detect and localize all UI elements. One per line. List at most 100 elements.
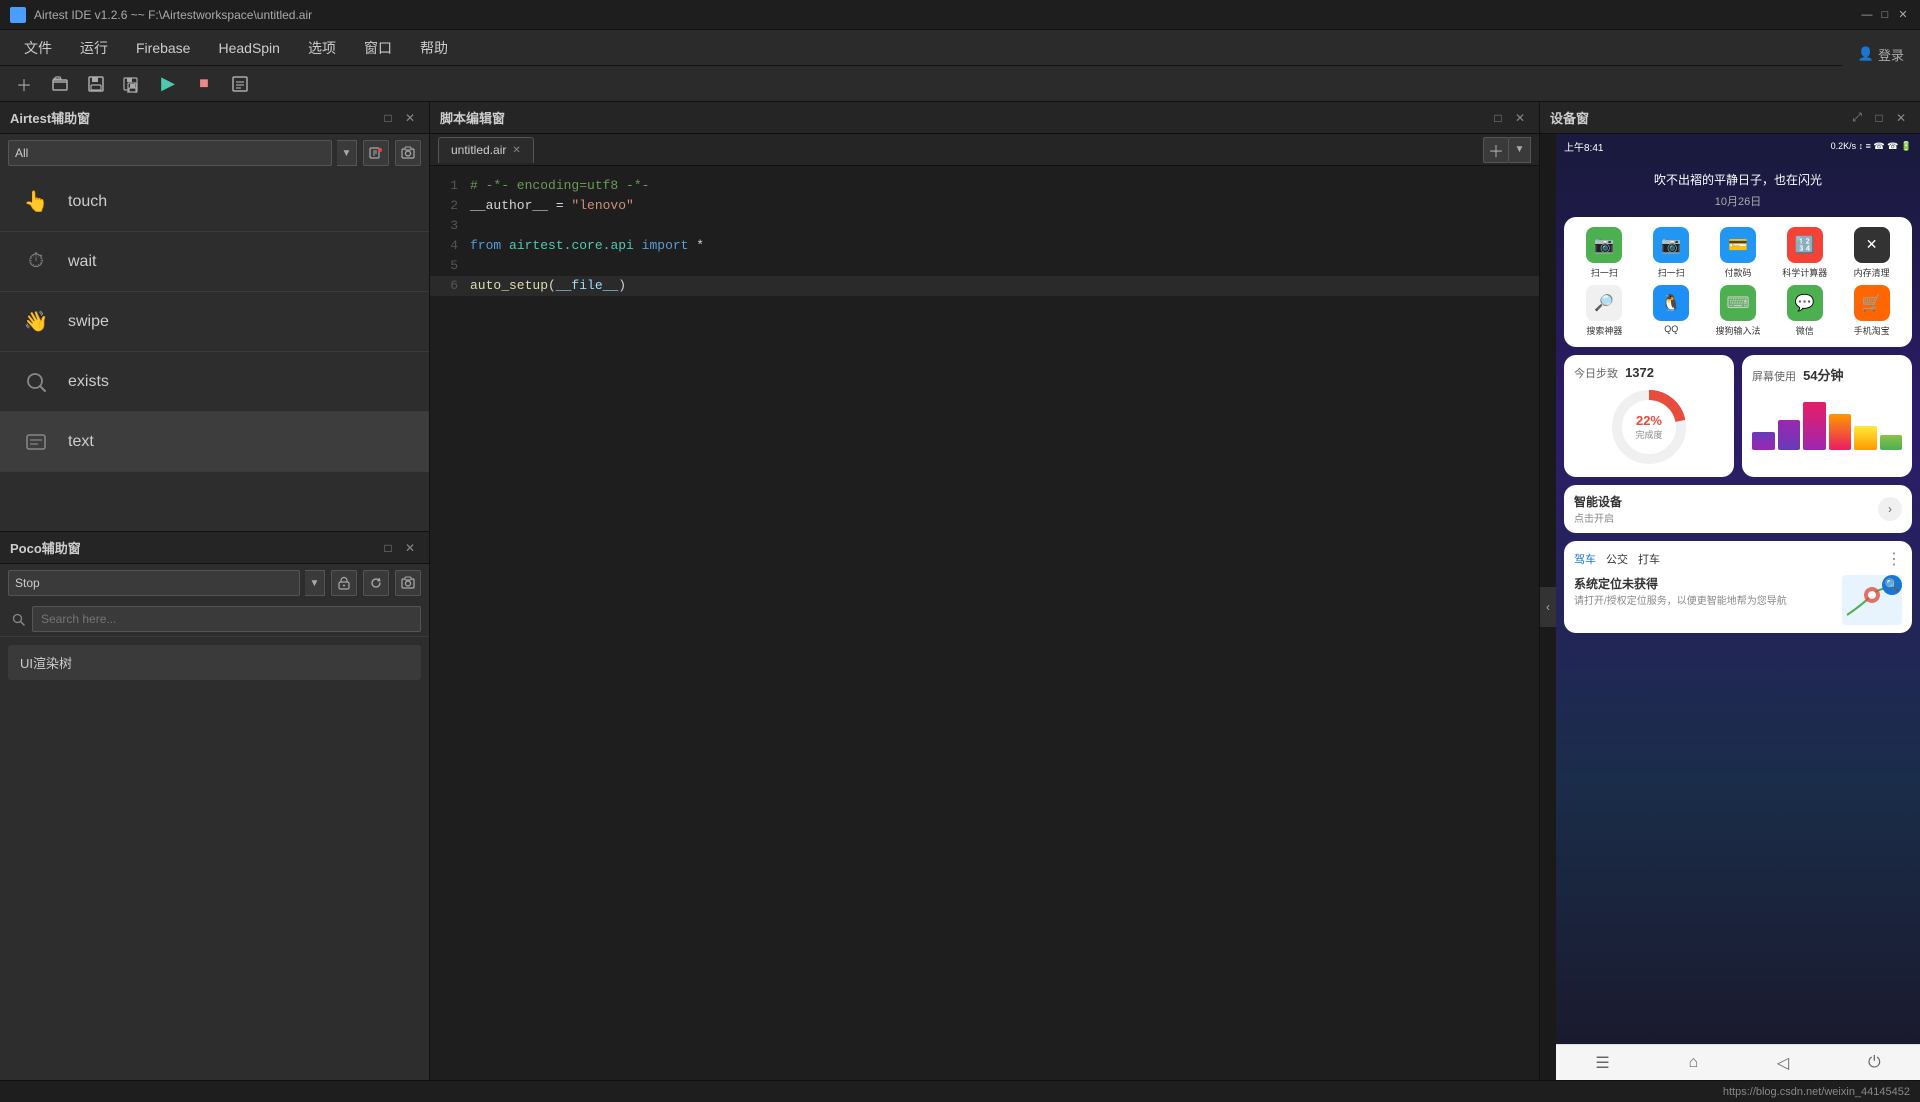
api-label-wait: wait <box>68 253 96 271</box>
app-item-pay[interactable]: 💳 付款码 <box>1708 227 1769 279</box>
airtest-record-btn[interactable] <box>363 140 389 166</box>
menu-headspin[interactable]: HeadSpin <box>204 34 294 62</box>
airtest-filter-arrow[interactable]: ▼ <box>337 140 357 166</box>
new-button[interactable]: ＋ <box>10 70 38 98</box>
menu-firebase[interactable]: Firebase <box>122 34 204 62</box>
poco-camera-btn[interactable] <box>395 570 421 596</box>
window-controls: — □ ✕ <box>1860 8 1910 22</box>
phone-scroll-content[interactable]: 吹不出褶的平静日子，也在闪光 10月26日 📷 扫一扫 📷 扫一扫 <box>1556 158 1920 1044</box>
title-bar: Airtest IDE v1.2.6 ~~ F:\Airtestworkspac… <box>0 0 1920 30</box>
nav-menu-icon[interactable]: ☰ <box>1595 1053 1609 1073</box>
editor-maximize-button[interactable]: □ <box>1489 109 1507 127</box>
airtest-filter-select[interactable]: All touch wait swipe exists text <box>8 140 332 166</box>
map-tab-drive[interactable]: 驾车 <box>1574 551 1596 567</box>
tab-add-button[interactable]: ＋ <box>1483 137 1509 163</box>
tab-close-icon[interactable]: ✕ <box>512 145 520 156</box>
app-item-search[interactable]: 🔎 搜索神器 <box>1574 285 1635 337</box>
map-tab-bus[interactable]: 公交 <box>1606 551 1628 567</box>
search-map-btn[interactable]: 🔍 <box>1882 575 1902 595</box>
main-content: Airtest辅助窗 □ ✕ All touch wait swipe exis… <box>0 102 1920 1080</box>
minimize-button[interactable]: — <box>1860 8 1874 22</box>
editor-panel: 脚本编辑窗 □ ✕ untitled.air ✕ ＋ ▼ 1 # -*- enc… <box>430 102 1540 1080</box>
code-editor[interactable]: 1 # -*- encoding=utf8 -*- 2 __author__ =… <box>430 166 1539 1080</box>
phone-status-icons: 0.2K/s ↕ ≡ ☎ ☎ 🔋 <box>1831 141 1912 152</box>
app-item-clean[interactable]: ✕ 内存清理 <box>1841 227 1902 279</box>
api-list: 👆 touch ⏱ wait 👋 swipe <box>0 172 429 472</box>
nav-power-icon[interactable]: ⏻ <box>1868 1054 1881 1072</box>
app-item-sougou[interactable]: ⌨ 搜狗输入法 <box>1708 285 1769 337</box>
api-item-exists[interactable]: exists <box>0 352 429 412</box>
menu-window[interactable]: 窗口 <box>350 32 406 64</box>
api-item-wait[interactable]: ⏱ wait <box>0 232 429 292</box>
swipe-icon: 👋 <box>20 306 52 338</box>
menu-help[interactable]: 帮助 <box>406 32 462 64</box>
ui-tree-item[interactable]: UI渲染树 <box>8 645 421 680</box>
sougou-label: 搜狗输入法 <box>1715 324 1760 337</box>
phone-bottom-nav: ☰ ⌂ ◁ ⏻ <box>1556 1044 1920 1080</box>
app-item-qq[interactable]: 🐧 QQ <box>1641 285 1702 337</box>
qq-label: QQ <box>1664 324 1678 334</box>
stop-button[interactable]: ■ <box>190 70 218 98</box>
airtest-maximize-button[interactable]: □ <box>379 109 397 127</box>
line-number-3: 3 <box>430 216 470 236</box>
smart-device-card[interactable]: 智能设备 点击开启 › <box>1564 485 1912 533</box>
airtest-screenshot-btn[interactable] <box>395 140 421 166</box>
app-item-wechat[interactable]: 💬 微信 <box>1774 285 1835 337</box>
nav-home-icon[interactable]: ⌂ <box>1688 1054 1698 1072</box>
poco-close-button[interactable]: ✕ <box>401 539 419 557</box>
poco-mode-arrow[interactable]: ▼ <box>305 570 325 596</box>
map-tab-taxi[interactable]: 打车 <box>1638 551 1660 567</box>
report-button[interactable] <box>226 70 254 98</box>
api-label-touch: touch <box>68 193 107 211</box>
app-item-calc[interactable]: 🔢 科学计算器 <box>1774 227 1835 279</box>
device-scroll-left[interactable]: ‹ <box>1540 587 1556 627</box>
nav-back-icon[interactable]: ◁ <box>1777 1053 1789 1073</box>
open-button[interactable] <box>46 70 74 98</box>
tab-label: untitled.air <box>451 143 506 157</box>
map-tab-group: 驾车 公交 打车 <box>1574 551 1660 567</box>
toolbar: ＋ ▶ ■ <box>0 66 1920 102</box>
poco-search-input[interactable] <box>32 606 421 632</box>
device-close-button[interactable]: ✕ <box>1892 109 1910 127</box>
poco-mode-select[interactable]: Stop Running <box>8 570 300 596</box>
menu-bar: 文件 运行 Firebase HeadSpin 选项 窗口 帮助 👤 登录 <box>0 30 1920 66</box>
device-maximize-button[interactable]: □ <box>1870 109 1888 127</box>
save-as-button[interactable] <box>118 70 146 98</box>
device-expand-button[interactable]: ⤢ <box>1848 109 1866 127</box>
poco-refresh-btn[interactable] <box>363 570 389 596</box>
app-item-scan1[interactable]: 📷 扫一扫 <box>1574 227 1635 279</box>
airtest-close-button[interactable]: ✕ <box>401 109 419 127</box>
tab-dropdown-button[interactable]: ▼ <box>1509 137 1531 163</box>
close-button[interactable]: ✕ <box>1896 8 1910 22</box>
poco-maximize-button[interactable]: □ <box>379 539 397 557</box>
login-button[interactable]: 👤 登录 <box>1842 36 1920 72</box>
tab-untitled-air[interactable]: untitled.air ✕ <box>438 137 534 163</box>
smart-device-arrow[interactable]: › <box>1878 497 1902 521</box>
editor-close-button[interactable]: ✕ <box>1511 109 1529 127</box>
save-button[interactable] <box>82 70 110 98</box>
api-item-swipe[interactable]: 👋 swipe <box>0 292 429 352</box>
map-more-icon[interactable]: ⋮ <box>1886 549 1902 569</box>
code-line-3: 3 <box>430 216 1539 236</box>
menu-options[interactable]: 选项 <box>294 32 350 64</box>
tab-add-area: ＋ ▼ <box>1483 137 1531 163</box>
menu-file[interactable]: 文件 <box>10 32 66 64</box>
api-item-text[interactable]: text <box>0 412 429 472</box>
api-item-touch[interactable]: 👆 touch <box>0 172 429 232</box>
status-url: https://blog.csdn.net/weixin_44145452 <box>1723 1086 1910 1098</box>
app-item-scan2[interactable]: 📷 扫一扫 <box>1641 227 1702 279</box>
screen-time-value: 54分钟 <box>1803 368 1843 383</box>
bar-1 <box>1752 432 1775 450</box>
api-label-exists: exists <box>68 373 109 391</box>
screen-time-chart <box>1752 390 1902 450</box>
pay-label: 付款码 <box>1724 266 1751 279</box>
line-content-5 <box>470 256 1539 276</box>
scan1-label: 扫一扫 <box>1591 266 1618 279</box>
step-value: 1372 <box>1625 365 1654 380</box>
app-item-taobao[interactable]: 🛒 手机淘宝 <box>1841 285 1902 337</box>
menu-run[interactable]: 运行 <box>66 32 122 64</box>
run-button[interactable]: ▶ <box>154 70 182 98</box>
poco-lock-btn[interactable] <box>331 570 357 596</box>
maximize-button[interactable]: □ <box>1878 8 1892 22</box>
clean-label: 内存清理 <box>1854 266 1890 279</box>
